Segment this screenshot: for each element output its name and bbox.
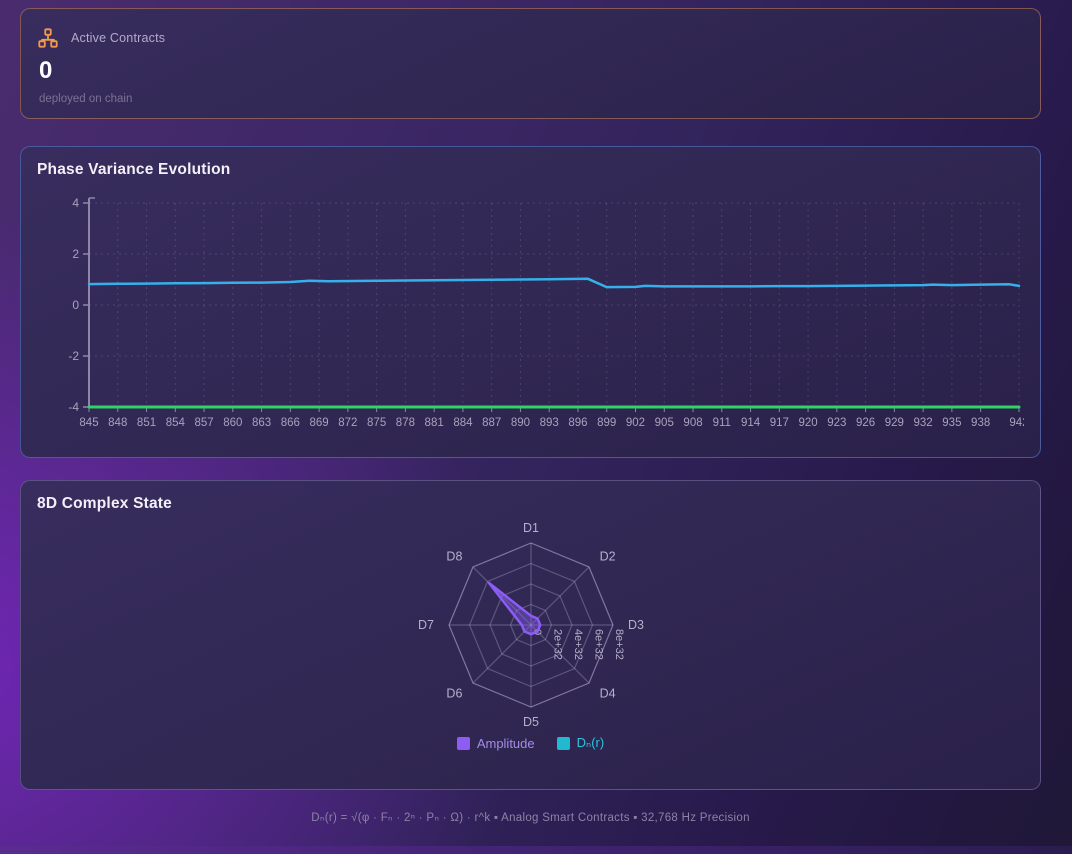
svg-text:-4: -4 xyxy=(68,400,79,414)
phase-variance-chart: 845 848 851 854 857 860 863 866 869 872 875 878 881 8… xyxy=(37,185,1024,433)
svg-text:8e+32: 8e+32 xyxy=(613,629,625,660)
svg-text:878: 878 xyxy=(396,417,415,429)
svg-text:2: 2 xyxy=(72,247,79,261)
svg-text:848: 848 xyxy=(108,417,127,429)
legend-item-dn[interactable]: Dₙ(r) xyxy=(557,735,605,751)
svg-text:923: 923 xyxy=(827,417,846,429)
complex-state-chart: D1D2D3D4D5D6D7D802e+324e+326e+328e+32 xyxy=(331,521,731,735)
line-chart-title: Phase Variance Evolution xyxy=(37,161,1024,179)
svg-text:845: 845 xyxy=(79,417,98,429)
svg-text:881: 881 xyxy=(425,417,444,429)
legend-label: Amplitude xyxy=(477,736,535,751)
svg-text:0: 0 xyxy=(72,298,79,312)
svg-text:926: 926 xyxy=(856,417,875,429)
radar-chart-title: 8D Complex State xyxy=(37,495,1024,513)
svg-text:D3: D3 xyxy=(628,618,644,632)
svg-text:875: 875 xyxy=(367,417,386,429)
dn-swatch xyxy=(557,737,570,750)
svg-text:932: 932 xyxy=(914,417,933,429)
svg-text:899: 899 xyxy=(597,417,616,429)
phase-variance-card: Phase Variance Evolution 845 848 851 854 857… xyxy=(20,146,1041,458)
svg-text:854: 854 xyxy=(166,417,186,429)
svg-text:908: 908 xyxy=(683,417,702,429)
svg-text:D7: D7 xyxy=(418,618,434,632)
radar-legend: Amplitude Dₙ(r) xyxy=(37,735,1024,751)
svg-text:6e+32: 6e+32 xyxy=(592,629,604,660)
formula-footer: Dₙ(r) = √(φ · Fₙ · 2ⁿ · Pₙ · Ω) · r^k ▪ … xyxy=(20,810,1041,824)
svg-text:D5: D5 xyxy=(523,715,539,729)
svg-text:893: 893 xyxy=(540,417,559,429)
svg-text:905: 905 xyxy=(655,417,674,429)
complex-state-card: 8D Complex State D1D2D3D4D5D6D7D802e+324… xyxy=(20,480,1041,790)
svg-text:914: 914 xyxy=(741,417,761,429)
svg-text:872: 872 xyxy=(338,417,357,429)
svg-text:869: 869 xyxy=(310,417,329,429)
svg-text:860: 860 xyxy=(223,417,242,429)
svg-text:929: 929 xyxy=(885,417,904,429)
svg-text:866: 866 xyxy=(281,417,300,429)
svg-text:D1: D1 xyxy=(523,521,539,535)
svg-text:917: 917 xyxy=(770,417,789,429)
svg-text:D2: D2 xyxy=(599,549,615,563)
svg-text:902: 902 xyxy=(626,417,645,429)
svg-text:938: 938 xyxy=(971,417,990,429)
svg-text:D4: D4 xyxy=(599,687,615,701)
svg-text:863: 863 xyxy=(252,417,271,429)
svg-text:-2: -2 xyxy=(68,349,79,363)
svg-text:D8: D8 xyxy=(446,549,462,563)
svg-text:884: 884 xyxy=(453,417,473,429)
stat-label: Active Contracts xyxy=(71,31,165,45)
svg-text:935: 935 xyxy=(942,417,961,429)
svg-text:4: 4 xyxy=(72,196,79,210)
amplitude-swatch xyxy=(457,737,470,750)
svg-text:911: 911 xyxy=(713,417,731,429)
svg-text:887: 887 xyxy=(482,417,501,429)
stat-value: 0 xyxy=(39,57,1024,85)
svg-text:890: 890 xyxy=(511,417,530,429)
svg-text:D6: D6 xyxy=(446,687,462,701)
svg-text:857: 857 xyxy=(194,417,213,429)
legend-label: Dₙ(r) xyxy=(577,735,605,751)
svg-text:896: 896 xyxy=(568,417,587,429)
svg-text:942: 942 xyxy=(1009,417,1024,429)
bottom-accent-bar xyxy=(0,846,1072,854)
active-contracts-card: Active Contracts 0 deployed on chain xyxy=(20,8,1041,119)
svg-text:920: 920 xyxy=(798,417,817,429)
legend-item-amplitude[interactable]: Amplitude xyxy=(457,736,535,751)
sitemap-icon xyxy=(37,27,59,49)
stat-subtitle: deployed on chain xyxy=(39,93,1024,105)
dashboard: Active Contracts 0 deployed on chain Pha… xyxy=(0,0,1072,824)
svg-text:4e+32: 4e+32 xyxy=(572,629,584,660)
svg-text:851: 851 xyxy=(137,417,156,429)
svg-text:2e+32: 2e+32 xyxy=(551,629,563,660)
